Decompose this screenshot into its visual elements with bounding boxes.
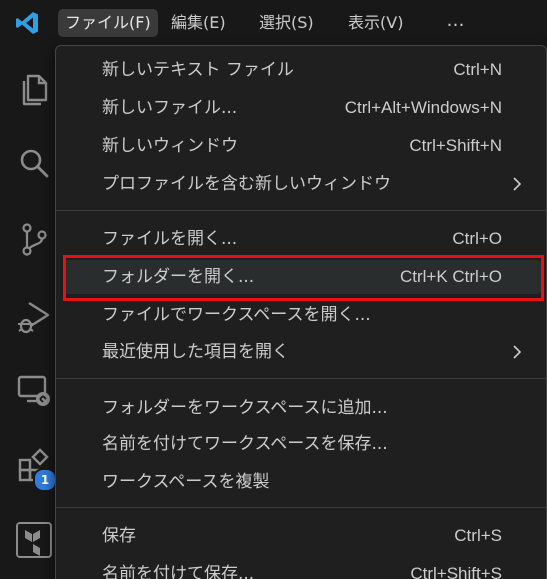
menu-item-label: ファイルを開く...	[102, 229, 238, 249]
menu-view[interactable]: 表示(V)	[341, 9, 410, 37]
menu-item-save[interactable]: 保存 Ctrl+S	[56, 519, 547, 553]
menu-item-new-window-with-profile[interactable]: プロファイルを含む新しいウィンドウ	[56, 167, 547, 201]
menu-item-open-file[interactable]: ファイルを開く... Ctrl+O	[56, 222, 547, 256]
menu-item-duplicate-workspace[interactable]: ワークスペースを複製	[56, 465, 547, 499]
menu-item-label: 新しいウィンドウ	[102, 136, 238, 156]
menu-item-label: フォルダーをワークスペースに追加...	[102, 398, 388, 418]
menu-item-label: 新しいファイル...	[102, 98, 238, 118]
file-menu-dropdown: 新しいテキスト ファイル Ctrl+N 新しいファイル... Ctrl+Alt+…	[55, 45, 547, 579]
extensions-update-badge: 1	[33, 468, 57, 492]
menu-item-shortcut: Ctrl+O	[452, 229, 502, 248]
chevron-right-icon	[513, 177, 522, 191]
more-menus-button[interactable]: …	[443, 9, 469, 37]
menu-item-label: 保存	[102, 526, 136, 546]
menu-selection[interactable]: 選択(S)	[252, 9, 321, 37]
vscode-window: ファイル(F) 編集(E) 選択(S) 表示(V) … 1 新しいテキスト ファ…	[0, 0, 547, 579]
explorer-files-icon[interactable]	[15, 70, 53, 108]
menu-item-label: 名前を付けて保存...	[102, 564, 255, 579]
menu-item-shortcut: Ctrl+Alt+Windows+N	[344, 98, 502, 117]
menu-edit[interactable]: 編集(E)	[164, 9, 233, 37]
run-and-debug-icon[interactable]	[15, 298, 53, 336]
menu-item-shortcut: Ctrl+Shift+N	[409, 136, 502, 155]
menu-item-label: プロファイルを含む新しいウィンドウ	[102, 174, 391, 194]
search-icon[interactable]	[15, 144, 53, 182]
menu-item-add-folder-to-workspace[interactable]: フォルダーをワークスペースに追加...	[56, 391, 547, 425]
menu-item-shortcut: Ctrl+S	[454, 526, 502, 545]
menu-item-open-workspace-from-file[interactable]: ファイルでワークスペースを開く...	[56, 298, 547, 332]
terraform-icon[interactable]	[15, 520, 53, 558]
vscode-logo-icon[interactable]	[14, 10, 40, 36]
menu-bar: ファイル(F) 編集(E) 選択(S) 表示(V) …	[0, 0, 547, 46]
menu-file[interactable]: ファイル(F)	[58, 9, 158, 37]
menu-item-label: フォルダーを開く...	[102, 267, 255, 287]
menu-item-shortcut: Ctrl+N	[453, 60, 502, 79]
menu-item-label: 最近使用した項目を開く	[102, 342, 289, 362]
menu-item-shortcut: Ctrl+Shift+S	[410, 564, 502, 579]
menu-item-save-as[interactable]: 名前を付けて保存... Ctrl+Shift+S	[56, 557, 547, 579]
menu-item-label: 新しいテキスト ファイル	[102, 60, 294, 80]
menu-item-save-workspace-as[interactable]: 名前を付けてワークスペースを保存...	[56, 427, 547, 461]
menu-item-label: ワークスペースを複製	[102, 472, 270, 492]
menu-item-label: 名前を付けてワークスペースを保存...	[102, 434, 388, 454]
chevron-right-icon	[513, 345, 522, 359]
menu-separator	[56, 378, 546, 379]
menu-item-open-folder[interactable]: フォルダーを開く... Ctrl+K Ctrl+O	[63, 260, 541, 294]
menu-item-shortcut: Ctrl+K Ctrl+O	[399, 267, 502, 286]
menu-item-new-window[interactable]: 新しいウィンドウ Ctrl+Shift+N	[56, 129, 547, 163]
source-control-icon[interactable]	[15, 220, 53, 258]
menu-item-label: ファイルでワークスペースを開く...	[102, 305, 371, 325]
remote-explorer-icon[interactable]	[15, 372, 53, 410]
menu-separator	[56, 210, 546, 211]
menu-item-open-recent[interactable]: 最近使用した項目を開く	[56, 335, 547, 369]
menu-item-new-file[interactable]: 新しいファイル... Ctrl+Alt+Windows+N	[56, 91, 547, 125]
menu-separator	[56, 507, 546, 508]
menu-item-new-text-file[interactable]: 新しいテキスト ファイル Ctrl+N	[56, 53, 547, 87]
